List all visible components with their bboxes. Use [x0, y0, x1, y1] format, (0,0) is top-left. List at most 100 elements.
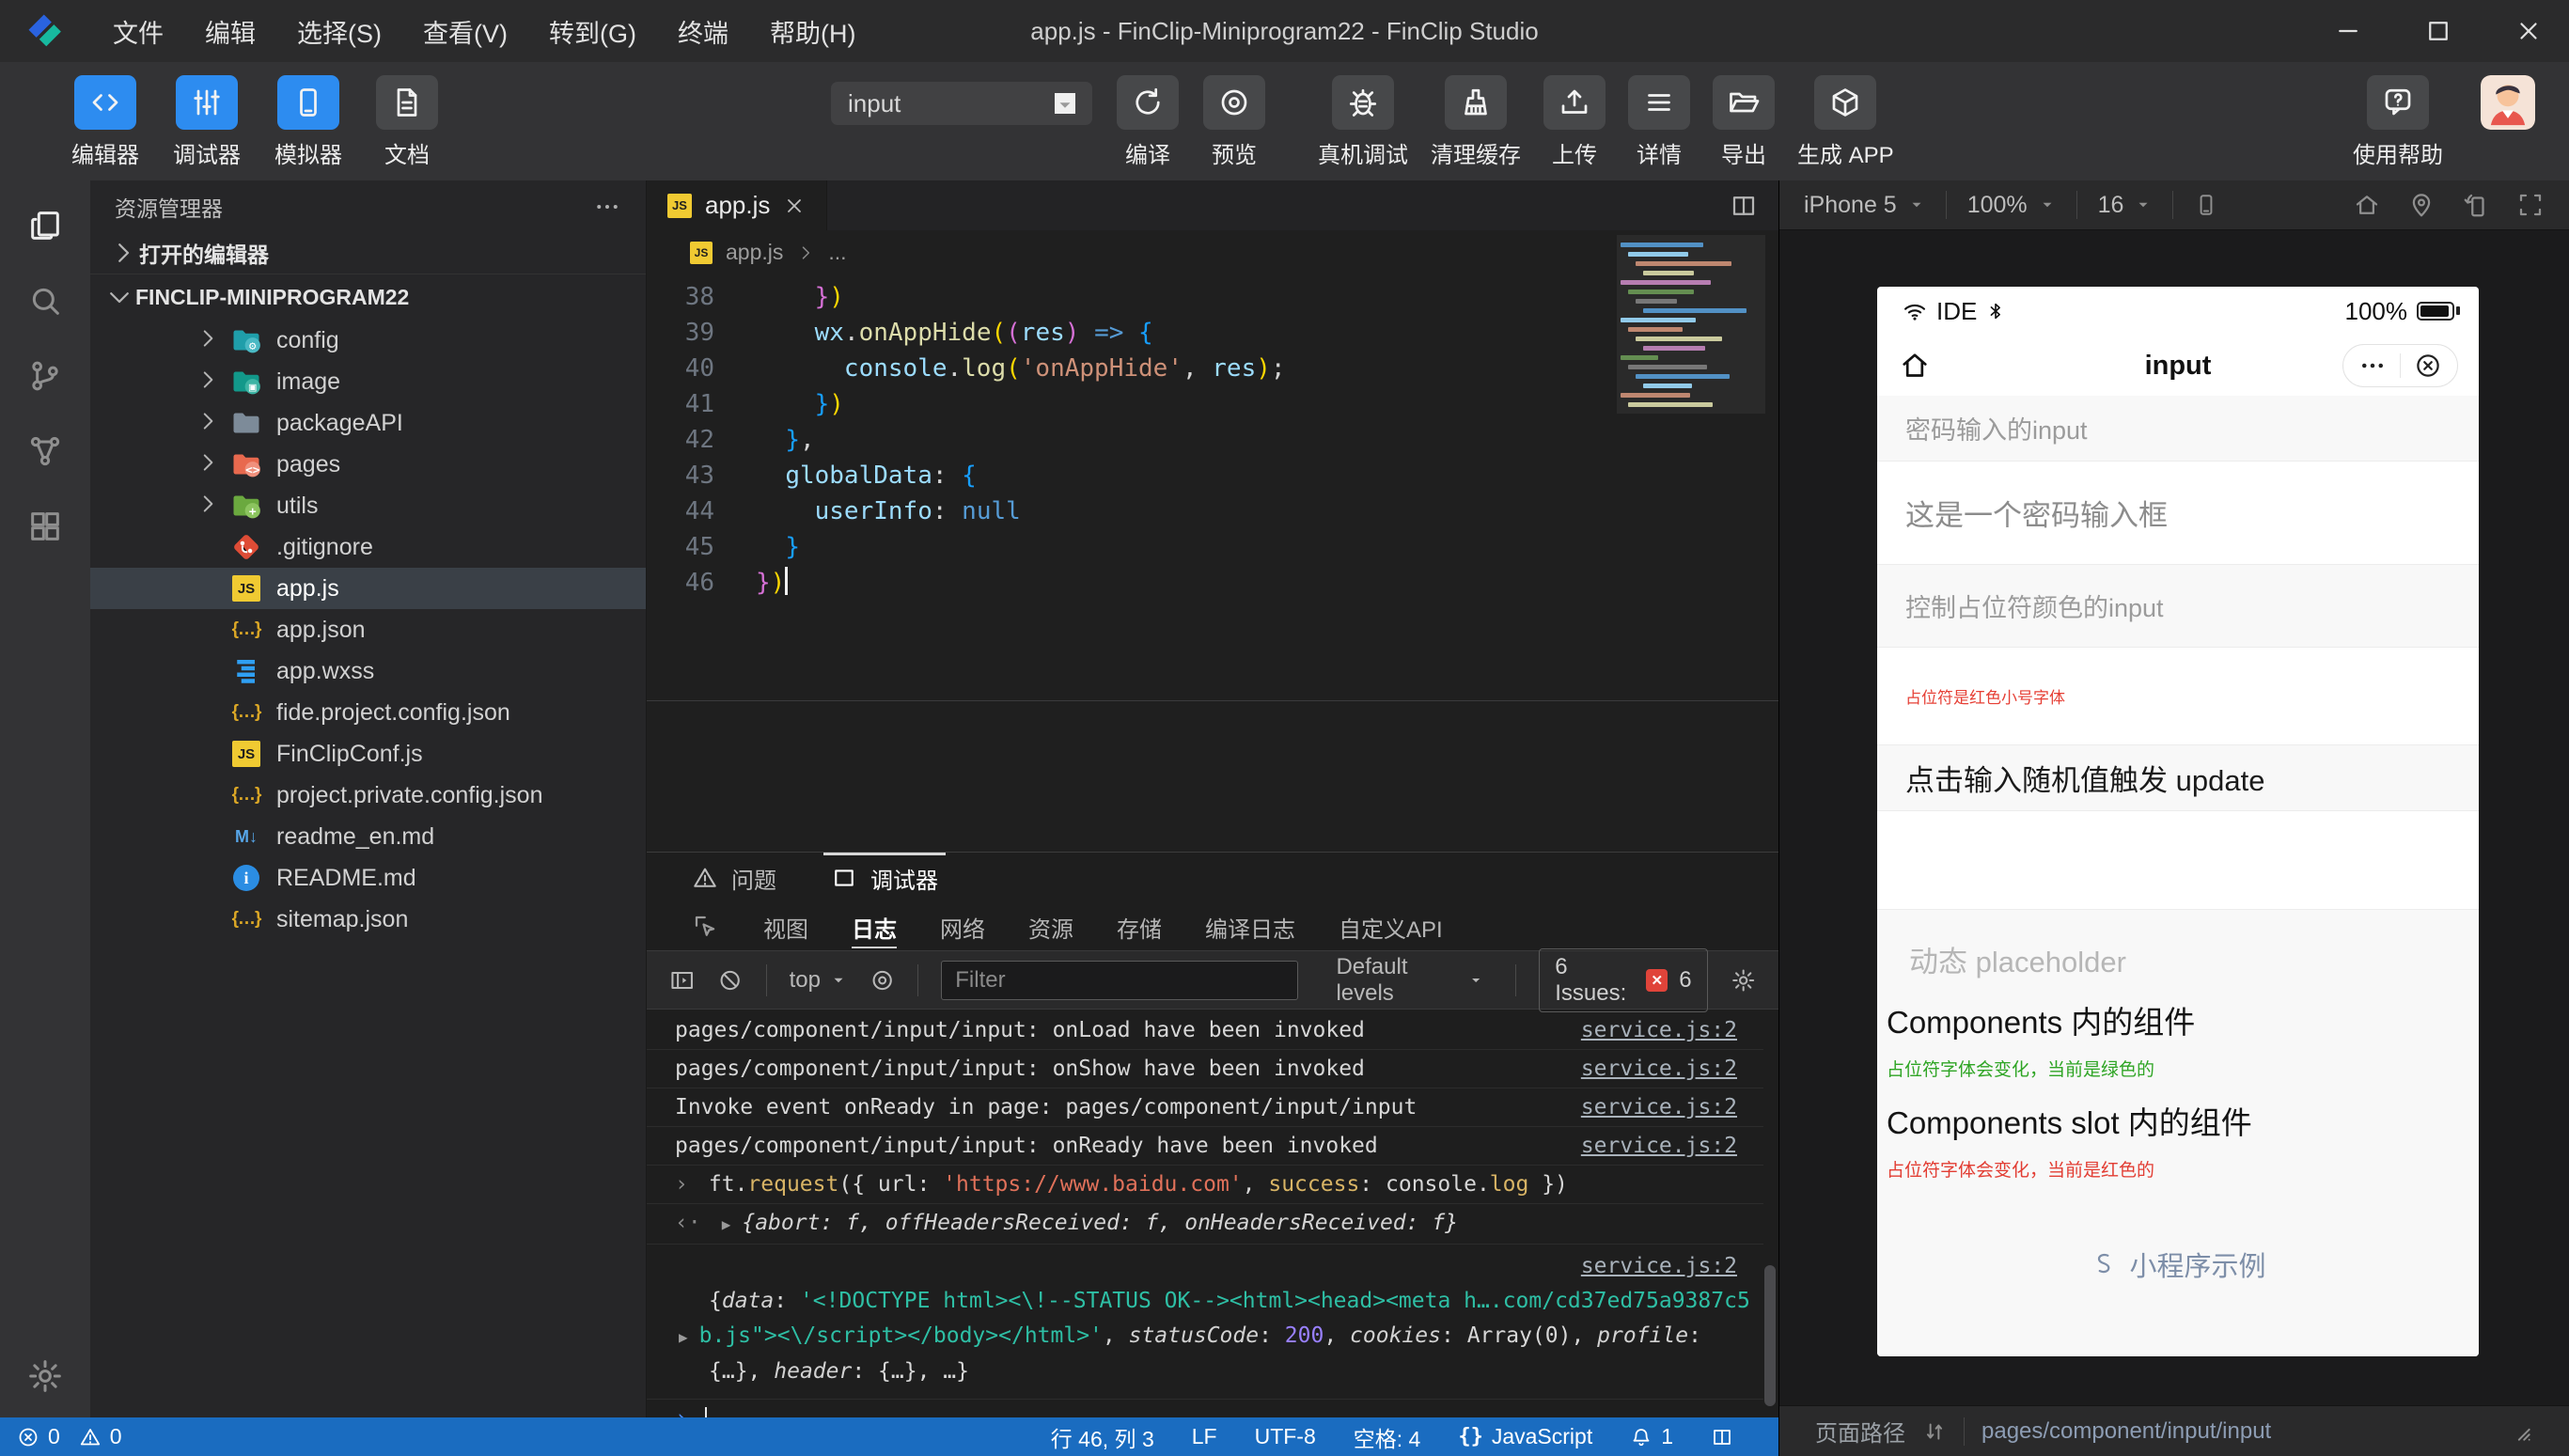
console-settings-icon[interactable]	[1731, 966, 1756, 994]
code-editor[interactable]: 38 }) 39 wx.onAppHide((res) => { 40 cons…	[647, 274, 1778, 601]
compile-target-select[interactable]: input	[831, 82, 1092, 125]
expand-icon[interactable]: ▶	[679, 1328, 688, 1346]
console-scrollbar[interactable]	[1764, 1265, 1776, 1406]
source-link[interactable]: service.js:2	[647, 1248, 1737, 1284]
tree-item-FinClipConf-js[interactable]: JS FinClipConf.js	[90, 733, 646, 775]
tree-item-image[interactable]: ▣ image	[90, 361, 646, 402]
panel-subtab-0[interactable]: 视图	[763, 903, 808, 950]
menu-item-6[interactable]: 帮助(H)	[749, 13, 876, 50]
red-placeholder-input[interactable]: 占位符字体会变化，当前是红色的	[1877, 1143, 2479, 1182]
home-icon[interactable]	[2353, 191, 2381, 219]
fontsize-select[interactable]: 16	[2098, 192, 2153, 219]
menu-item-2[interactable]: 选择(S)	[276, 13, 402, 50]
phone-row-0[interactable]: 密码输入的input	[1877, 396, 2479, 462]
menu-item-5[interactable]: 终端	[657, 13, 749, 50]
location-icon[interactable]	[2407, 191, 2436, 219]
panel-tab-debugger[interactable]: 调试器	[823, 853, 946, 903]
export-button[interactable]: 导出	[1713, 75, 1775, 169]
context-select[interactable]: top	[790, 967, 847, 994]
panel-subtab-5[interactable]: 编译日志	[1205, 903, 1295, 950]
panel-subtab-1[interactable]: 日志	[852, 903, 897, 950]
source-link[interactable]: service.js:2	[1581, 1011, 1737, 1049]
tree-item-sitemap-json[interactable]: {…} sitemap.json	[90, 899, 646, 940]
zoom-select[interactable]: 100%	[1967, 192, 2056, 219]
clear-console-icon[interactable]	[717, 966, 743, 994]
minimap[interactable]	[1617, 235, 1765, 459]
panel-subtab-4[interactable]: 存储	[1117, 903, 1162, 950]
generate-app-button[interactable]: 生成 APP	[1797, 75, 1894, 169]
inspect-cursor-icon[interactable]	[692, 913, 720, 941]
docs-button[interactable]: 文档	[376, 75, 438, 169]
close-button[interactable]	[2514, 17, 2543, 45]
phone-row-4[interactable]: 点击输入随机值触发 update	[1877, 745, 2479, 811]
tree-item-app-js[interactable]: JS app.js	[90, 568, 646, 609]
activity-deploy[interactable]	[23, 429, 68, 474]
activity-source-control[interactable]	[23, 353, 68, 399]
issues-button[interactable]: 6 Issues: ✕ 6	[1539, 947, 1708, 1012]
minimize-button[interactable]	[2334, 17, 2362, 45]
tab-app-js[interactable]: JS app.js	[647, 180, 828, 230]
breadcrumb[interactable]: JS app.js ...	[647, 230, 1778, 274]
menu-item-3[interactable]: 查看(V)	[402, 13, 528, 50]
maximize-button[interactable]	[2424, 17, 2452, 45]
source-link[interactable]: service.js:2	[1581, 1088, 1737, 1126]
green-placeholder-input[interactable]: 占位符字体会变化，当前是绿色的	[1877, 1042, 2479, 1081]
source-link[interactable]: service.js:2	[1581, 1050, 1737, 1088]
mini-home-icon[interactable]	[1898, 349, 1932, 383]
tree-item-app-json[interactable]: {…} app.json	[90, 609, 646, 650]
errors-status[interactable]: 0	[17, 1424, 60, 1449]
tree-item-packageAPI[interactable]: packageAPI	[90, 402, 646, 444]
miniprogram-example-link[interactable]: 小程序示例	[1877, 1245, 2479, 1284]
tree-item--gitignore[interactable]: .gitignore	[90, 526, 646, 568]
swap-icon[interactable]	[1922, 1419, 1947, 1444]
activity-extensions[interactable]	[23, 504, 68, 549]
tree-item-fide-project-config-json[interactable]: {…} fide.project.config.json	[90, 692, 646, 733]
help-button[interactable]: 使用帮助	[2353, 75, 2443, 169]
close-miniprogram-icon[interactable]	[2414, 352, 2442, 380]
tree-item-project-private-config-json[interactable]: {…} project.private.config.json	[90, 775, 646, 816]
language-status[interactable]: {} JavaScript	[1458, 1424, 1592, 1449]
phone-row-1[interactable]: 这是一个密码输入框	[1877, 462, 2479, 565]
split-editor-icon[interactable]	[1730, 192, 1758, 220]
phone-row-5[interactable]	[1877, 811, 2479, 910]
console-filter-input[interactable]	[941, 960, 1299, 1000]
phone-row-2[interactable]: 控制占位符颜色的input	[1877, 565, 2479, 648]
upload-button[interactable]: 上传	[1543, 75, 1606, 169]
eol-status[interactable]: LF	[1192, 1424, 1217, 1449]
simulator-mode-button[interactable]: 模拟器	[274, 75, 342, 169]
tree-item-config[interactable]: ⚙ config	[90, 320, 646, 361]
details-button[interactable]: 详情	[1628, 75, 1690, 169]
menu-item-4[interactable]: 转到(G)	[528, 13, 657, 50]
tree-item-app-wxss[interactable]: app.wxss	[90, 650, 646, 692]
eye-icon[interactable]	[869, 966, 895, 994]
more-actions-icon[interactable]	[593, 193, 621, 221]
dynamic-placeholder-input[interactable]: 动态 placeholder	[1877, 910, 2479, 980]
editor-panel-splitter[interactable]	[647, 700, 1778, 701]
layout-status[interactable]	[1711, 1426, 1733, 1448]
encoding-status[interactable]: UTF-8	[1255, 1424, 1316, 1449]
close-tab-icon[interactable]	[783, 195, 806, 217]
log-levels-select[interactable]: Default levels	[1336, 954, 1483, 1007]
project-root[interactable]: FINCLIP-MINIPROGRAM22	[90, 274, 646, 320]
activity-search[interactable]	[23, 278, 68, 323]
scan-qrcode-icon[interactable]	[2516, 191, 2545, 219]
panel-subtab-3[interactable]: 资源	[1028, 903, 1073, 950]
source-link[interactable]: service.js:2	[1581, 1127, 1737, 1165]
remote-debug-button[interactable]: 真机调试	[1318, 75, 1408, 169]
device-frame-icon[interactable]	[2194, 193, 2218, 217]
resize-grip-icon[interactable]	[2509, 1419, 2533, 1444]
menu-item-0[interactable]: 文件	[92, 13, 184, 50]
editor-mode-button[interactable]: 编辑器	[71, 75, 139, 169]
page-path-value[interactable]: pages/component/input/input	[1982, 1418, 2271, 1445]
cursor-position-status[interactable]: 行 46, 列 3	[1051, 1421, 1154, 1453]
activity-explorer[interactable]	[23, 203, 68, 248]
rotate-device-icon[interactable]	[2462, 191, 2490, 219]
expand-icon[interactable]: ▶	[722, 1215, 731, 1233]
indentation-status[interactable]: 空格: 4	[1354, 1421, 1421, 1453]
menu-item-1[interactable]: 编辑	[184, 13, 276, 50]
debugger-mode-button[interactable]: 调试器	[173, 75, 241, 169]
clear-cache-button[interactable]: 清理缓存	[1431, 75, 1521, 169]
user-avatar[interactable]	[2481, 75, 2535, 130]
compile-button[interactable]: 编译	[1117, 75, 1179, 169]
tree-item-utils[interactable]: + utils	[90, 485, 646, 526]
